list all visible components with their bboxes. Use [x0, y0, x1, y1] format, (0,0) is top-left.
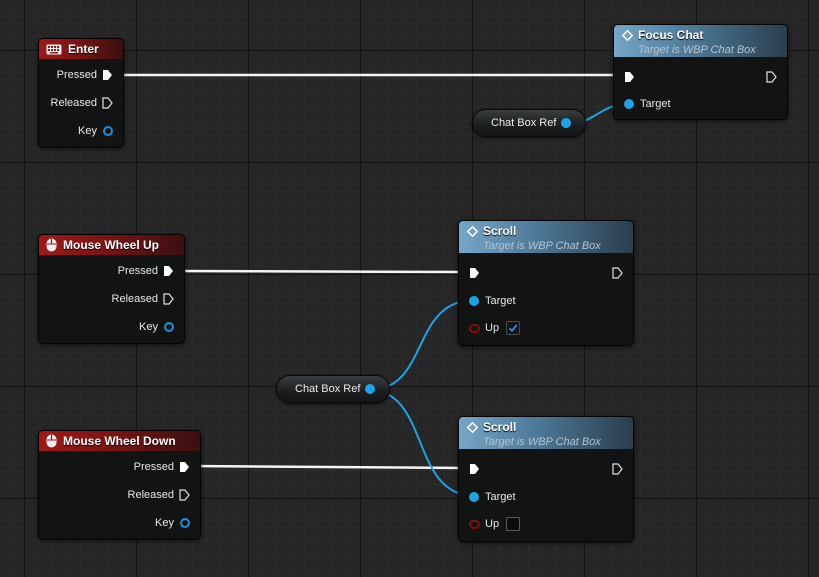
exec-pin-connected-icon[interactable] — [179, 461, 190, 473]
node-title: Enter — [68, 41, 99, 56]
pressed-label: Pressed — [56, 69, 97, 81]
released-label: Released — [50, 97, 97, 109]
node-header[interactable]: Scroll Target is WBP Chat Box — [459, 221, 633, 253]
bool-pin-icon[interactable] — [469, 323, 480, 333]
released-label: Released — [127, 489, 174, 501]
pressed-pin-row[interactable]: Pressed — [134, 461, 190, 473]
exec-out-pin-icon[interactable] — [612, 267, 623, 279]
exec-pin-connected-icon[interactable] — [102, 69, 113, 81]
exec-pin-icon[interactable] — [163, 293, 174, 305]
node-title: Mouse Wheel Down — [63, 433, 176, 448]
node-subtitle: Target is WBP Chat Box — [638, 44, 756, 56]
mouse-icon — [46, 434, 57, 448]
mouse-icon — [46, 238, 57, 252]
key-pin-row[interactable]: Key — [78, 125, 113, 137]
exec-wire-wheel-down-to-scroll — [188, 464, 467, 470]
node-title: Scroll — [483, 420, 517, 434]
pressed-label: Pressed — [117, 265, 158, 277]
target-pin-row[interactable]: Target — [469, 295, 516, 307]
keyboard-icon — [46, 44, 62, 54]
key-label: Key — [139, 321, 158, 333]
up-pin-row[interactable]: Up — [469, 321, 521, 335]
checkmark-icon — [508, 324, 518, 333]
mouse-wheel-up-event-node[interactable]: Mouse Wheel Up Pressed Released Key — [38, 234, 185, 344]
exec-in-pin-icon[interactable] — [469, 463, 480, 475]
exec-out-pin-icon[interactable] — [612, 463, 623, 475]
function-icon — [622, 30, 633, 41]
scroll-up-function-node[interactable]: Scroll Target is WBP Chat Box Target Up — [458, 220, 634, 346]
key-label: Key — [155, 517, 174, 529]
object-pin-icon[interactable] — [624, 99, 634, 109]
released-pin-row[interactable]: Released — [112, 293, 174, 305]
node-header[interactable]: Scroll Target is WBP Chat Box — [459, 417, 633, 449]
up-label: Up — [485, 322, 500, 334]
object-pin-icon[interactable] — [469, 296, 479, 306]
up-label: Up — [485, 518, 500, 530]
released-label: Released — [111, 293, 158, 305]
node-subtitle: Target is WBP Chat Box — [483, 240, 601, 252]
node-title: Scroll — [483, 224, 517, 238]
function-icon — [467, 422, 478, 433]
enter-event-node[interactable]: Enter Pressed Released Key — [38, 38, 124, 148]
exec-pin-icon[interactable] — [179, 489, 190, 501]
target-label: Target — [485, 491, 516, 503]
struct-pin-icon[interactable] — [180, 518, 190, 528]
exec-pin-icon[interactable] — [102, 97, 113, 109]
key-label: Key — [78, 125, 97, 137]
node-header[interactable]: Focus Chat Target is WBP Chat Box — [614, 25, 787, 57]
key-pin-row[interactable]: Key — [139, 321, 174, 333]
mouse-wheel-down-event-node[interactable]: Mouse Wheel Down Pressed Released Key — [38, 430, 201, 540]
object-pin-icon[interactable] — [561, 118, 572, 128]
target-label: Target — [485, 295, 516, 307]
variable-label: Chat Box Ref — [491, 117, 557, 129]
target-label: Target — [640, 98, 671, 110]
scroll-down-function-node[interactable]: Scroll Target is WBP Chat Box Target Up — [458, 416, 634, 542]
node-title: Mouse Wheel Up — [63, 237, 160, 252]
node-header[interactable]: Mouse Wheel Up — [39, 235, 184, 255]
exec-pin-connected-icon[interactable] — [163, 265, 174, 277]
node-subtitle: Target is WBP Chat Box — [483, 436, 601, 448]
exec-in-pin-icon[interactable] — [624, 71, 635, 83]
released-pin-row[interactable]: Released — [51, 97, 113, 109]
pressed-pin-row[interactable]: Pressed — [57, 69, 113, 81]
exec-in-pin-icon[interactable] — [469, 267, 480, 279]
target-pin-row[interactable]: Target — [624, 98, 671, 110]
key-pin-row[interactable]: Key — [155, 517, 190, 529]
chat-box-ref-variable-node[interactable]: Chat Box Ref — [276, 375, 390, 403]
function-icon — [467, 226, 478, 237]
node-header[interactable]: Mouse Wheel Down — [39, 431, 200, 451]
node-title: Focus Chat — [638, 28, 704, 42]
chat-box-ref-variable-node[interactable]: Chat Box Ref — [472, 109, 586, 137]
struct-pin-icon[interactable] — [103, 126, 113, 136]
variable-label: Chat Box Ref — [295, 383, 361, 395]
up-pin-row[interactable]: Up — [469, 517, 521, 531]
object-pin-icon[interactable] — [365, 384, 376, 394]
pressed-label: Pressed — [133, 461, 174, 473]
up-checkbox[interactable] — [506, 517, 521, 531]
exec-out-pin-icon[interactable] — [766, 71, 777, 83]
pressed-pin-row[interactable]: Pressed — [118, 265, 174, 277]
object-pin-icon[interactable] — [469, 492, 479, 502]
target-pin-row[interactable]: Target — [469, 491, 516, 503]
up-checkbox[interactable] — [506, 321, 521, 335]
node-header[interactable]: Enter — [39, 39, 123, 59]
exec-wire-wheel-up-to-scroll — [172, 269, 467, 274]
focus-chat-function-node[interactable]: Focus Chat Target is WBP Chat Box Target — [613, 24, 788, 120]
bool-pin-icon[interactable] — [469, 519, 480, 529]
released-pin-row[interactable]: Released — [128, 489, 190, 501]
struct-pin-icon[interactable] — [164, 322, 174, 332]
